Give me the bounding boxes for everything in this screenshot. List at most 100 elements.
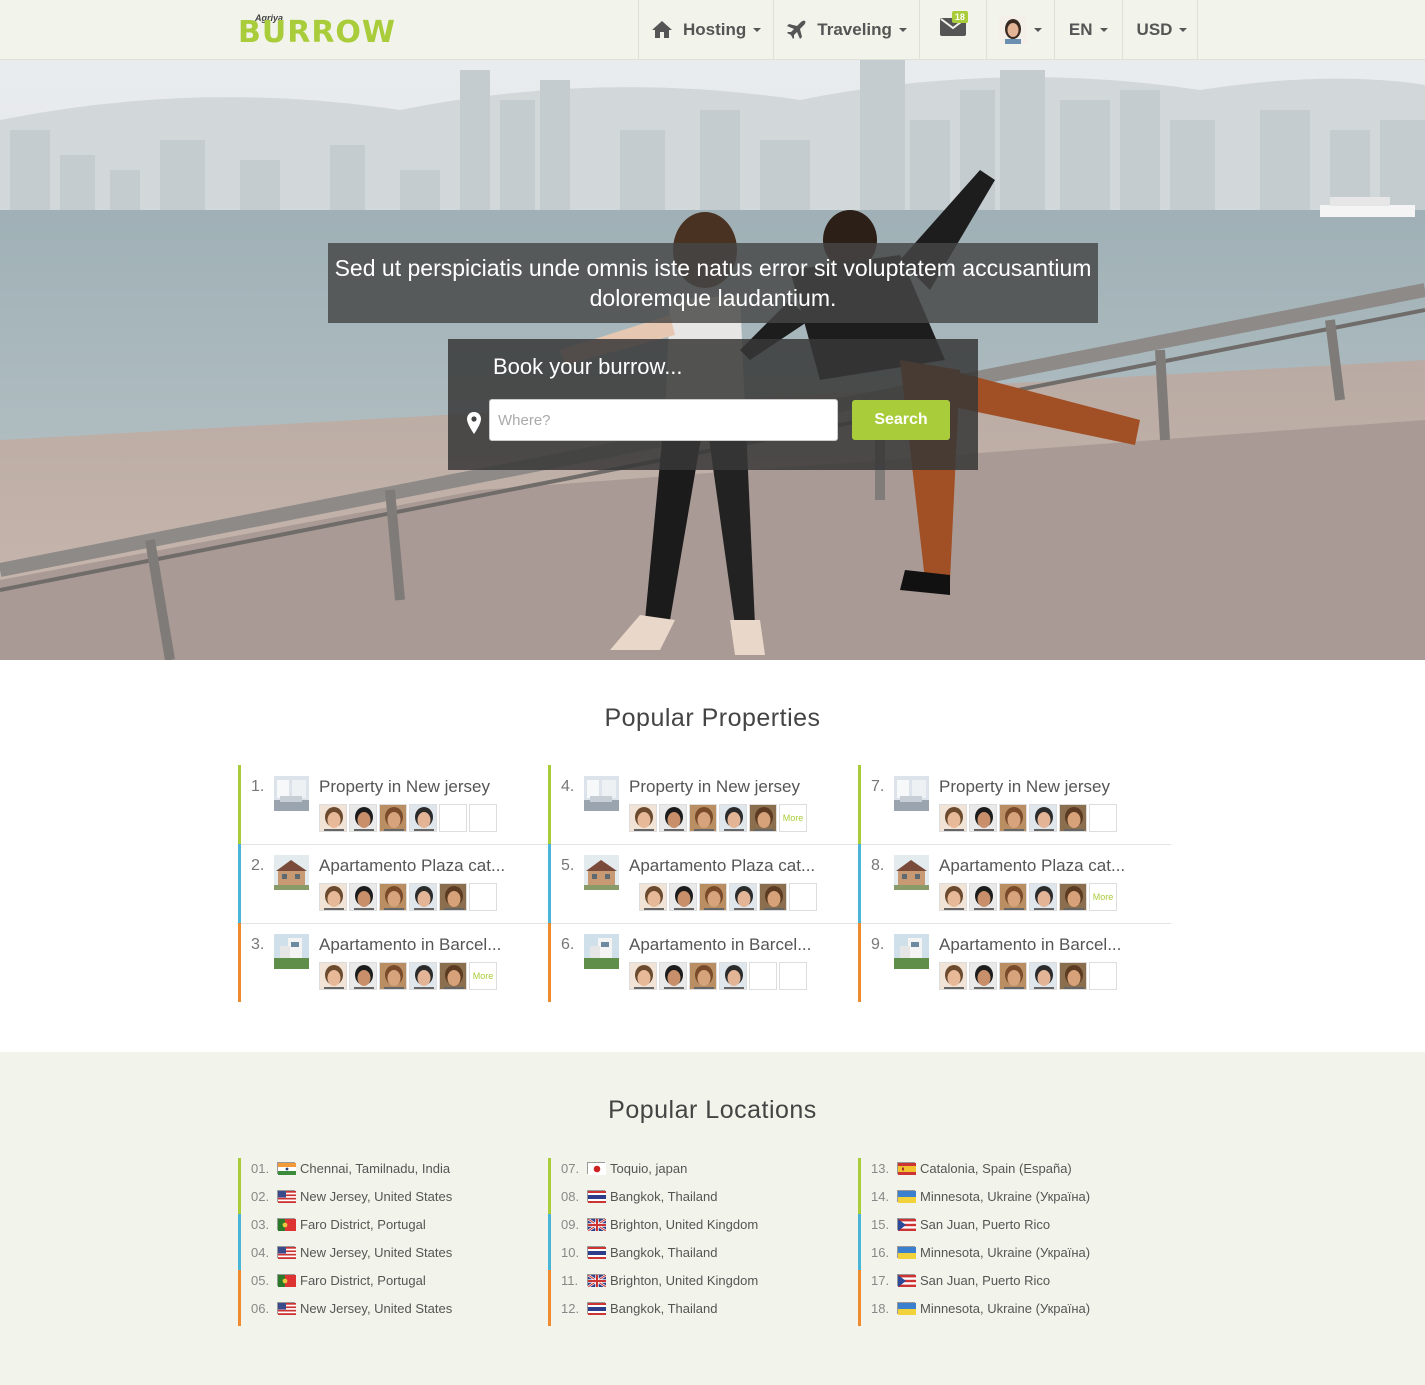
guest-avatar[interactable] [349, 804, 377, 832]
property-name-link[interactable]: Property in New jersey [319, 777, 490, 797]
location-item[interactable]: 17. San Juan, Puerto Rico [858, 1270, 1158, 1298]
more-guests-link[interactable]: More [779, 804, 807, 832]
guest-avatar[interactable] [969, 883, 997, 911]
location-item[interactable]: 09. Brighton, United Kingdom [548, 1214, 848, 1242]
property-name-link[interactable]: Apartamento in Barcel... [319, 935, 501, 955]
property-item[interactable]: 5. Apartamento Plaza cat... [548, 844, 858, 923]
guest-avatar[interactable] [349, 962, 377, 990]
location-item[interactable]: 10. Bangkok, Thailand [548, 1242, 848, 1270]
guest-avatar[interactable] [939, 804, 967, 832]
property-thumbnail[interactable] [584, 776, 619, 811]
guest-avatar[interactable] [659, 804, 687, 832]
nav-messages[interactable]: 18 [918, 0, 986, 59]
guest-avatar[interactable] [689, 804, 717, 832]
guest-avatar[interactable] [349, 883, 377, 911]
location-item[interactable]: 04. New Jersey, United States [238, 1242, 538, 1270]
guest-avatar[interactable] [1059, 883, 1087, 911]
guest-avatar[interactable] [749, 804, 777, 832]
location-link[interactable]: Bangkok, Thailand [610, 1189, 717, 1204]
property-thumbnail[interactable] [274, 776, 309, 811]
location-item[interactable]: 01. Chennai, Tamilnadu, India [238, 1158, 538, 1186]
property-thumbnail[interactable] [894, 934, 929, 969]
guest-avatar[interactable] [1029, 883, 1057, 911]
guest-avatar[interactable] [969, 804, 997, 832]
guest-avatar[interactable] [999, 804, 1027, 832]
location-item[interactable]: 11. Brighton, United Kingdom [548, 1270, 848, 1298]
guest-avatar[interactable] [439, 962, 467, 990]
guest-avatar[interactable] [1059, 962, 1087, 990]
guest-avatar[interactable] [319, 883, 347, 911]
property-thumbnail[interactable] [274, 855, 309, 890]
property-item[interactable]: 2. Apartamento Plaza cat... [238, 844, 548, 923]
location-item[interactable]: 16. Minnesota, Ukraine (Україна) [858, 1242, 1158, 1270]
guest-avatar[interactable] [719, 804, 747, 832]
guest-avatar[interactable] [659, 962, 687, 990]
guest-avatar[interactable] [439, 883, 467, 911]
location-link[interactable]: Brighton, United Kingdom [610, 1273, 758, 1288]
guest-avatar[interactable] [379, 962, 407, 990]
location-link[interactable]: Minnesota, Ukraine (Україна) [920, 1189, 1090, 1204]
location-item[interactable]: 02. New Jersey, United States [238, 1186, 538, 1214]
property-name-link[interactable]: Apartamento Plaza cat... [629, 856, 815, 876]
property-item[interactable]: 9. Apartamento in Barcel... [858, 923, 1168, 1002]
property-name-link[interactable]: Apartamento in Barcel... [939, 935, 1121, 955]
guest-avatar[interactable] [629, 962, 657, 990]
property-item[interactable]: 3. Apartamento in Barcel... More [238, 923, 548, 1002]
property-thumbnail[interactable] [894, 855, 929, 890]
property-name-link[interactable]: Property in New jersey [939, 777, 1110, 797]
guest-avatar[interactable] [629, 804, 657, 832]
location-item[interactable]: 06. New Jersey, United States [238, 1298, 538, 1326]
property-name-link[interactable]: Apartamento Plaza cat... [319, 856, 505, 876]
property-thumbnail[interactable] [584, 855, 619, 890]
location-link[interactable]: Bangkok, Thailand [610, 1245, 717, 1260]
location-item[interactable]: 12. Bangkok, Thailand [548, 1298, 848, 1326]
location-link[interactable]: Faro District, Portugal [300, 1273, 426, 1288]
more-guests-link[interactable]: More [469, 962, 497, 990]
guest-avatar[interactable] [1059, 804, 1087, 832]
location-item[interactable]: 07. Toquio, japan [548, 1158, 848, 1186]
guest-avatar[interactable] [1029, 962, 1057, 990]
location-link[interactable]: Faro District, Portugal [300, 1217, 426, 1232]
guest-avatar[interactable] [969, 962, 997, 990]
location-link[interactable]: New Jersey, United States [300, 1245, 452, 1260]
location-link[interactable]: Chennai, Tamilnadu, India [300, 1161, 450, 1176]
property-thumbnail[interactable] [584, 934, 619, 969]
location-link[interactable]: New Jersey, United States [300, 1301, 452, 1316]
nav-hosting[interactable]: Hosting [638, 0, 773, 59]
property-name-link[interactable]: Apartamento Plaza cat... [939, 856, 1125, 876]
guest-avatar[interactable] [639, 883, 667, 911]
location-item[interactable]: 18. Minnesota, Ukraine (Україна) [858, 1298, 1158, 1326]
location-item[interactable]: 13. Catalonia, Spain (España) [858, 1158, 1158, 1186]
nav-user-menu[interactable] [985, 0, 1054, 59]
property-name-link[interactable]: Apartamento in Barcel... [629, 935, 811, 955]
location-item[interactable]: 05. Faro District, Portugal [238, 1270, 538, 1298]
nav-currency[interactable]: USD [1121, 0, 1199, 59]
guest-avatar[interactable] [689, 962, 717, 990]
guest-avatar[interactable] [939, 962, 967, 990]
property-thumbnail[interactable] [274, 934, 309, 969]
guest-avatar[interactable] [699, 883, 727, 911]
location-item[interactable]: 03. Faro District, Portugal [238, 1214, 538, 1242]
guest-avatar[interactable] [379, 804, 407, 832]
guest-avatar[interactable] [999, 883, 1027, 911]
location-link[interactable]: New Jersey, United States [300, 1189, 452, 1204]
nav-language[interactable]: EN [1053, 0, 1122, 59]
property-item[interactable]: 8. Apartamento Plaza cat... More [858, 844, 1168, 923]
property-item[interactable]: 1. Property in New jersey [238, 765, 548, 844]
location-item[interactable]: 14. Minnesota, Ukraine (Україна) [858, 1186, 1158, 1214]
guest-avatar[interactable] [319, 962, 347, 990]
location-item[interactable]: 08. Bangkok, Thailand [548, 1186, 848, 1214]
location-link[interactable]: Catalonia, Spain (España) [920, 1161, 1072, 1176]
property-name-link[interactable]: Property in New jersey [629, 777, 800, 797]
property-item[interactable]: 7. Property in New jersey [858, 765, 1168, 844]
burrow-logo[interactable]: Agriya BURROW [238, 8, 408, 48]
guest-avatar[interactable] [319, 804, 347, 832]
guest-avatar[interactable] [939, 883, 967, 911]
guest-avatar[interactable] [379, 883, 407, 911]
guest-avatar[interactable] [999, 962, 1027, 990]
more-guests-link[interactable]: More [1089, 883, 1117, 911]
location-link[interactable]: Minnesota, Ukraine (Україна) [920, 1301, 1090, 1316]
guest-avatar[interactable] [409, 883, 437, 911]
location-link[interactable]: San Juan, Puerto Rico [920, 1217, 1050, 1232]
guest-avatar[interactable] [669, 883, 697, 911]
